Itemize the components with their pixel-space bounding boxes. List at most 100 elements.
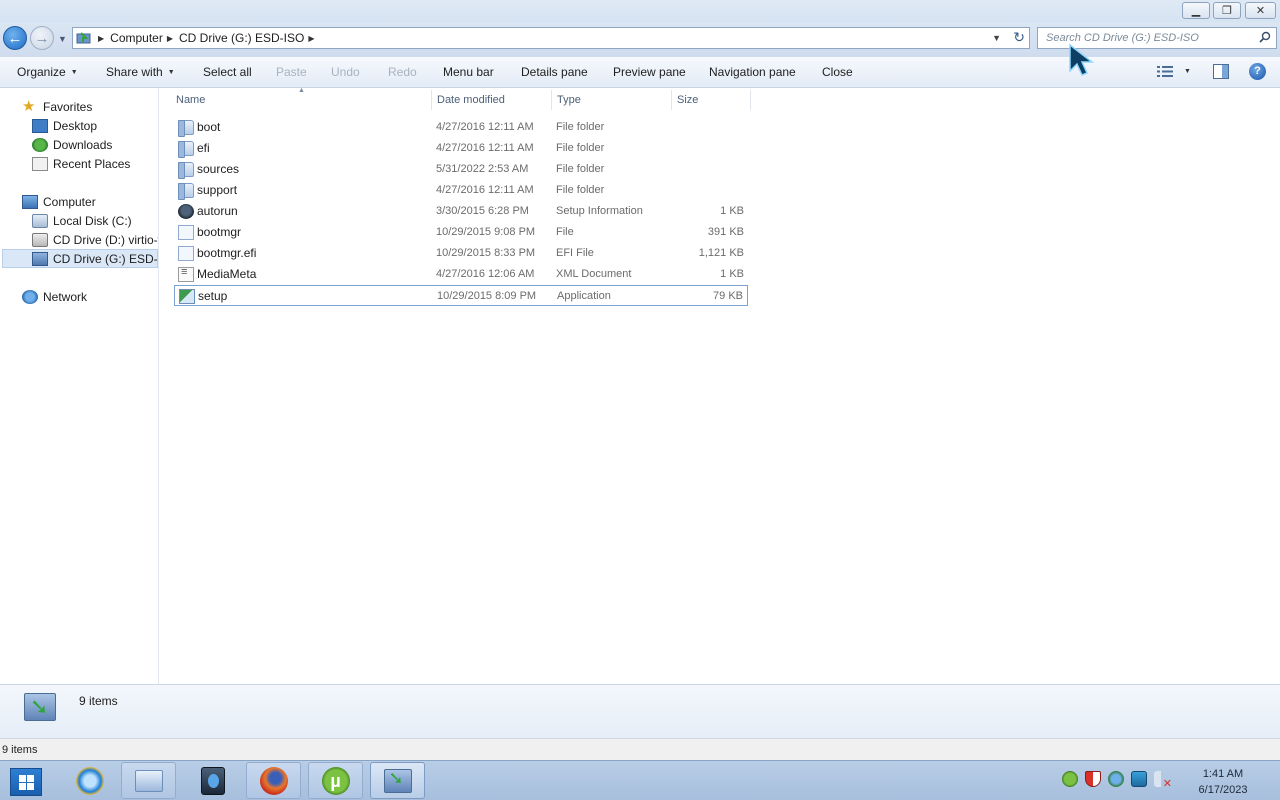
column-header-type[interactable]: Type [557,94,581,106]
navigation-pane-button[interactable]: Navigation pane [709,65,796,79]
breadcrumb-separator-icon[interactable]: ▶ [167,34,173,43]
select-all-button[interactable]: Select all [203,65,252,79]
sidebar-computer[interactable]: Computer [0,192,158,211]
share-with-menu[interactable]: Share with ▼ [106,65,175,79]
sidebar-item-label: Desktop [53,118,98,133]
shield-icon[interactable] [1085,771,1101,787]
recent-pages-dropdown[interactable]: ▼ [58,34,67,44]
breadcrumb-separator-icon[interactable]: ▶ [308,34,314,43]
preview-pane-button[interactable]: Preview pane [613,65,686,79]
cd-drive-icon: ➘ [383,768,412,793]
column-header-name[interactable]: Name [176,94,205,106]
start-button[interactable] [10,768,42,796]
file-type: File folder [556,163,605,175]
share-with-label: Share with [106,65,163,79]
file-date: 4/27/2016 12:11 AM [436,184,534,196]
file-row[interactable]: autorun 3/30/2015 6:28 PM Setup Informat… [174,201,748,222]
column-divider[interactable] [431,90,432,110]
taskbar-clock[interactable]: 1:41 AM 6/17/2023 [1190,766,1256,798]
taskbar-explorer[interactable] [121,762,176,799]
details-pane-button[interactable]: Details pane [521,65,588,79]
restore-button[interactable]: ❐ [1213,2,1241,19]
forward-button[interactable]: → [30,26,54,50]
application-icon [179,289,195,304]
paste-button[interactable]: Paste [276,65,307,79]
sidebar-item-recent-places[interactable]: Recent Places [0,154,158,173]
file-icon [178,225,194,240]
file-row[interactable]: boot 4/27/2016 12:11 AM File folder [174,117,748,138]
preview-pane-toggle-icon[interactable] [1213,64,1229,79]
cd-drive-icon [32,232,48,247]
sidebar-network-label: Network [43,289,88,304]
undo-button[interactable]: Undo [331,65,360,79]
monitor-tray-icon[interactable] [1131,771,1147,787]
breadcrumb-separator-icon[interactable]: ▶ [98,34,104,43]
address-bar[interactable]: ▶ Computer ▶ CD Drive (G:) ESD-ISO ▶ ▼ ↻ [72,27,1030,49]
utorrent-tray-icon[interactable] [1062,771,1078,787]
file-type: EFI File [556,247,594,259]
details-pane: 9 items [0,684,1280,738]
file-type: XML Document [556,268,632,280]
file-row[interactable]: bootmgr.efi 10/29/2015 8:33 PM EFI File … [174,243,748,264]
file-row[interactable]: efi 4/27/2016 12:11 AM File folder [174,138,748,159]
breadcrumb-computer[interactable]: Computer [110,31,163,45]
column-divider[interactable] [750,90,751,110]
sidebar-item-cd-drive-g[interactable]: CD Drive (G:) ESD-ISO [2,249,158,268]
sidebar-item-local-disk[interactable]: Local Disk (C:) [0,211,158,230]
setup-information-icon [178,204,194,219]
file-name: setup [198,289,228,303]
view-options-icon[interactable] [1157,65,1173,78]
address-history-dropdown[interactable]: ▼ [992,33,1001,43]
column-header-date[interactable]: Date modified [437,94,505,106]
sidebar-favorites[interactable]: ★ Favorites [0,97,158,116]
taskbar-utorrent[interactable]: µ [308,762,363,799]
column-divider[interactable] [551,90,552,110]
sidebar-item-downloads[interactable]: Downloads [0,135,158,154]
chevron-down-icon: ▼ [70,69,78,76]
column-header-size[interactable]: Size [677,94,698,106]
title-bar: ▁ ❐ ✕ [0,0,1280,22]
search-icon[interactable] [1259,31,1271,43]
file-list: ▲ Name Date modified Type Size boot 4/27… [160,87,1280,684]
file-size: 1 KB [720,205,744,217]
taskbar-firefox[interactable] [246,762,301,799]
breadcrumb-cd-drive[interactable]: CD Drive (G:) ESD-ISO [179,31,304,45]
sidebar-item-cd-drive-d[interactable]: CD Drive (D:) virtio-w [0,230,158,249]
file-row[interactable]: bootmgr 10/29/2015 9:08 PM File 391 KB [174,222,748,243]
file-row[interactable]: support 4/27/2016 12:11 AM File folder [174,180,748,201]
column-divider[interactable] [671,90,672,110]
file-date: 4/27/2016 12:11 AM [436,142,534,154]
menu-bar-button[interactable]: Menu bar [443,65,494,79]
chevron-down-icon: ▼ [167,69,175,76]
status-bar: 9 items [0,738,1280,760]
sidebar-item-desktop[interactable]: Desktop [0,116,158,135]
file-type: File folder [556,142,605,154]
view-dropdown-icon[interactable]: ▼ [1184,68,1191,75]
speaker-muted-icon[interactable]: ✕ [1154,771,1172,790]
back-button[interactable]: ← [3,26,27,50]
file-row[interactable]: MediaMeta 4/27/2016 12:06 AM XML Documen… [174,264,748,285]
back-arrow-icon: ← [7,29,23,47]
organize-menu[interactable]: Organize ▼ [17,65,78,79]
taskbar-media-player[interactable] [185,762,240,799]
sidebar-network[interactable]: Network [0,287,158,306]
mouse-cursor-icon [1069,43,1095,76]
file-row[interactable]: setup 10/29/2015 8:09 PM Application 79 … [174,285,748,306]
refresh-icon[interactable]: ↻ [1013,29,1025,46]
file-date: 10/29/2015 9:08 PM [436,226,536,238]
help-icon[interactable]: ? [1249,63,1266,80]
close-button[interactable]: Close [822,65,853,79]
close-window-button[interactable]: ✕ [1245,2,1276,19]
taskbar-cd-drive-window[interactable]: ➘ [370,762,425,799]
file-size: 391 KB [707,226,744,238]
network-tray-icon[interactable] [1108,771,1124,787]
file-name: support [197,183,238,197]
taskbar-internet-explorer[interactable] [62,762,117,799]
close-icon: ✕ [1255,5,1266,17]
folder-icon [178,183,194,200]
redo-button[interactable]: Redo [388,65,417,79]
minimize-button[interactable]: ▁ [1182,2,1210,19]
file-type: Application [557,290,611,302]
file-row[interactable]: sources 5/31/2022 2:53 AM File folder [174,159,748,180]
windows-logo-icon [18,774,34,790]
